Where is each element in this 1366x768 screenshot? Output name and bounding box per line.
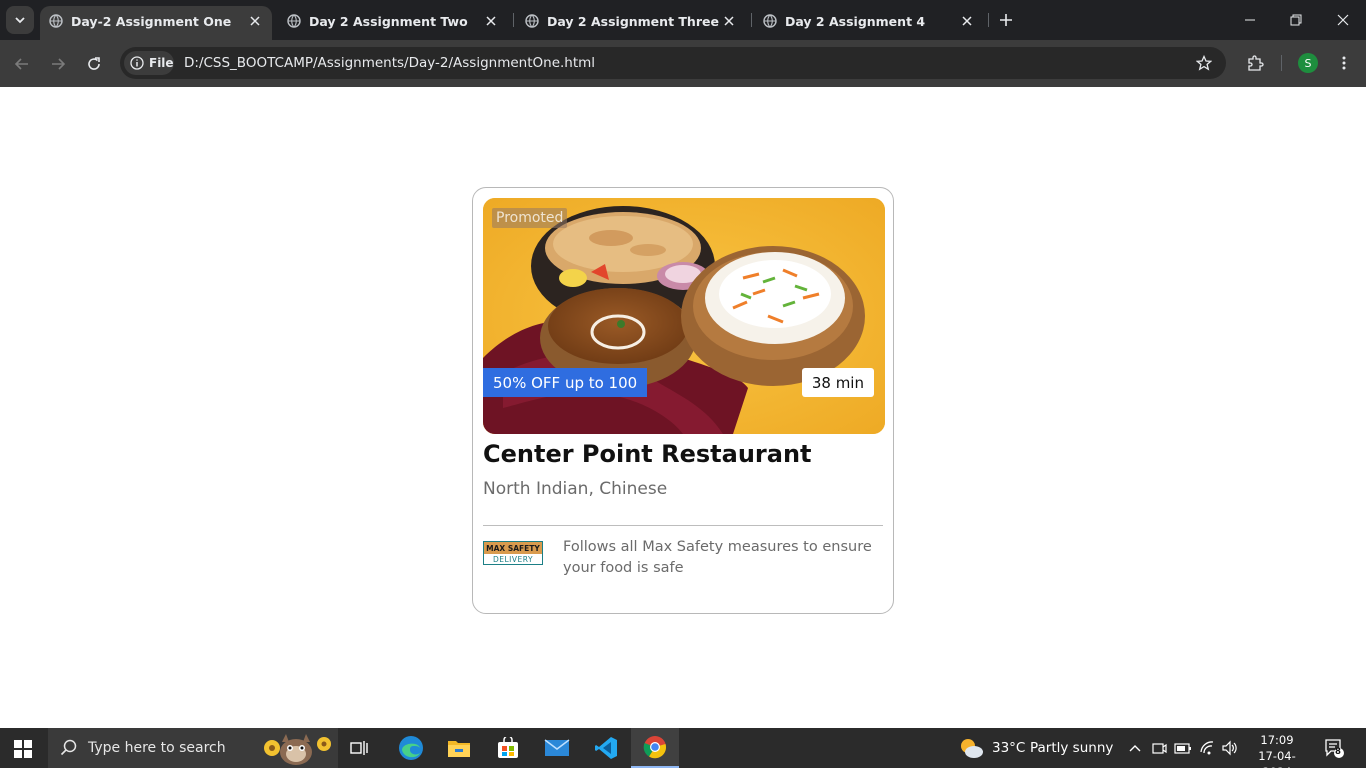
globe-icon: [763, 14, 777, 28]
chevron-down-icon: [15, 17, 25, 24]
search-placeholder: Type here to search: [88, 740, 226, 756]
food-illustration: [483, 198, 885, 434]
close-icon[interactable]: [720, 12, 738, 30]
microsoft-store-app[interactable]: [484, 728, 532, 768]
more-vertical-icon: [1342, 56, 1346, 70]
restaurant-card[interactable]: Promoted 50% OFF up to 100 38 min Center…: [472, 187, 894, 614]
plus-icon: [1000, 14, 1012, 26]
reload-button[interactable]: [82, 52, 106, 76]
tab-title: Day 2 Assignment Two: [309, 14, 468, 29]
restore-button[interactable]: [1286, 10, 1306, 30]
mail-app[interactable]: [533, 728, 581, 768]
chevron-up-icon[interactable]: [1128, 742, 1142, 754]
minimize-button[interactable]: [1240, 10, 1260, 30]
url-text[interactable]: D:/CSS_BOOTCAMP/Assignments/Day-2/Assign…: [184, 55, 595, 71]
file-explorer-app[interactable]: [435, 728, 483, 768]
store-icon: [498, 737, 518, 758]
search-highlight-illustration: [264, 734, 331, 765]
tab-title: Day 2 Assignment 4: [785, 14, 926, 29]
mail-icon: [544, 739, 570, 756]
forward-button[interactable]: [46, 52, 70, 76]
profile-avatar[interactable]: S: [1298, 53, 1318, 73]
reload-icon: [88, 57, 100, 70]
globe-icon: [287, 14, 301, 28]
tab-day2-assignment-4[interactable]: Day 2 Assignment 4: [754, 6, 984, 40]
close-icon[interactable]: [482, 12, 500, 30]
safety-badge-bottom: DELIVERY: [492, 554, 534, 564]
task-view-icon: [350, 741, 368, 755]
wifi-icon[interactable]: [1199, 740, 1217, 756]
back-button[interactable]: [10, 52, 34, 76]
weather-temperature[interactable]: 33°C: [992, 740, 1025, 756]
star-icon: [1196, 55, 1212, 71]
extensions-button[interactable]: [1243, 51, 1267, 75]
notification-count: 8: [1335, 747, 1341, 757]
edge-icon: [399, 736, 423, 760]
safety-badge-top: MAX SAFETY: [484, 542, 542, 554]
globe-icon: [525, 14, 539, 28]
food-image: Promoted 50% OFF up to 100 38 min: [483, 198, 885, 434]
arrow-left-icon: [14, 58, 28, 70]
tab-day2-assignment-two[interactable]: Day 2 Assignment Two: [278, 6, 508, 40]
folder-icon: [448, 741, 470, 757]
max-safety-logo: MAX SAFETY DELIVERY: [483, 541, 543, 565]
tab-separator: [513, 13, 514, 27]
scheme-label: File: [149, 56, 174, 70]
weather-partly-sunny-icon: [961, 739, 983, 758]
tab-strip: Day-2 Assignment One Day 2 Assignment Tw…: [0, 0, 1366, 40]
puzzle-icon: [1248, 55, 1264, 71]
notification-icon: [1325, 739, 1344, 758]
weather-condition[interactable]: Partly sunny: [1030, 740, 1113, 756]
tab-search-button[interactable]: [6, 6, 34, 34]
info-icon: [130, 56, 144, 70]
restaurant-cuisine: North Indian, Chinese: [483, 479, 668, 499]
chrome-icon: [643, 736, 667, 759]
offer-badge: 50% OFF up to 100: [483, 368, 648, 397]
meet-now-icon[interactable]: [1151, 740, 1167, 756]
tab-title: Day 2 Assignment Three: [547, 14, 719, 29]
card-divider: [483, 525, 883, 526]
windows-taskbar: Type here to search 33°C Partly sunny 17…: [0, 728, 1366, 768]
safety-description: Follows all Max Safety measures to ensur…: [563, 539, 872, 576]
globe-icon: [49, 14, 63, 28]
battery-icon[interactable]: [1174, 741, 1192, 755]
tab-day2-assignment-one[interactable]: Day-2 Assignment One: [40, 6, 272, 40]
promoted-label: Promoted: [492, 208, 568, 228]
vscode-app[interactable]: [582, 728, 630, 768]
arrow-right-icon: [52, 58, 66, 70]
tab-title: Day-2 Assignment One: [71, 14, 232, 29]
search-icon: [60, 739, 77, 756]
bookmark-button[interactable]: [1192, 51, 1216, 75]
new-tab-button[interactable]: [996, 10, 1016, 30]
chrome-app[interactable]: [631, 728, 679, 768]
task-view-button[interactable]: [336, 728, 384, 768]
close-icon[interactable]: [958, 12, 976, 30]
taskbar-clock[interactable]: 17:09 17-04-2024: [1246, 732, 1308, 768]
minimize-icon: [1245, 19, 1255, 21]
menu-button[interactable]: [1332, 51, 1356, 75]
close-icon[interactable]: [246, 12, 264, 30]
tab-separator: [751, 13, 752, 27]
tab-day2-assignment-three[interactable]: Day 2 Assignment Three: [516, 6, 746, 40]
delivery-time-badge: 38 min: [801, 368, 874, 397]
site-info-chip[interactable]: File: [124, 51, 174, 75]
edge-app[interactable]: [387, 728, 435, 768]
volume-icon[interactable]: [1221, 740, 1239, 756]
vscode-icon: [595, 737, 617, 759]
clock-time: 17:09: [1260, 733, 1294, 747]
close-icon: [1337, 14, 1349, 26]
restaurant-name[interactable]: Center Point Restaurant: [483, 440, 812, 468]
close-window-button[interactable]: [1333, 10, 1353, 30]
toolbar-divider: [1281, 55, 1282, 71]
restore-icon: [1290, 14, 1302, 26]
tab-separator: [988, 13, 989, 27]
windows-logo-icon: [14, 740, 32, 758]
clock-date: 17-04-2024: [1258, 749, 1296, 768]
windows-start-button[interactable]: [14, 740, 32, 758]
notification-center-button[interactable]: 8: [1324, 738, 1344, 758]
